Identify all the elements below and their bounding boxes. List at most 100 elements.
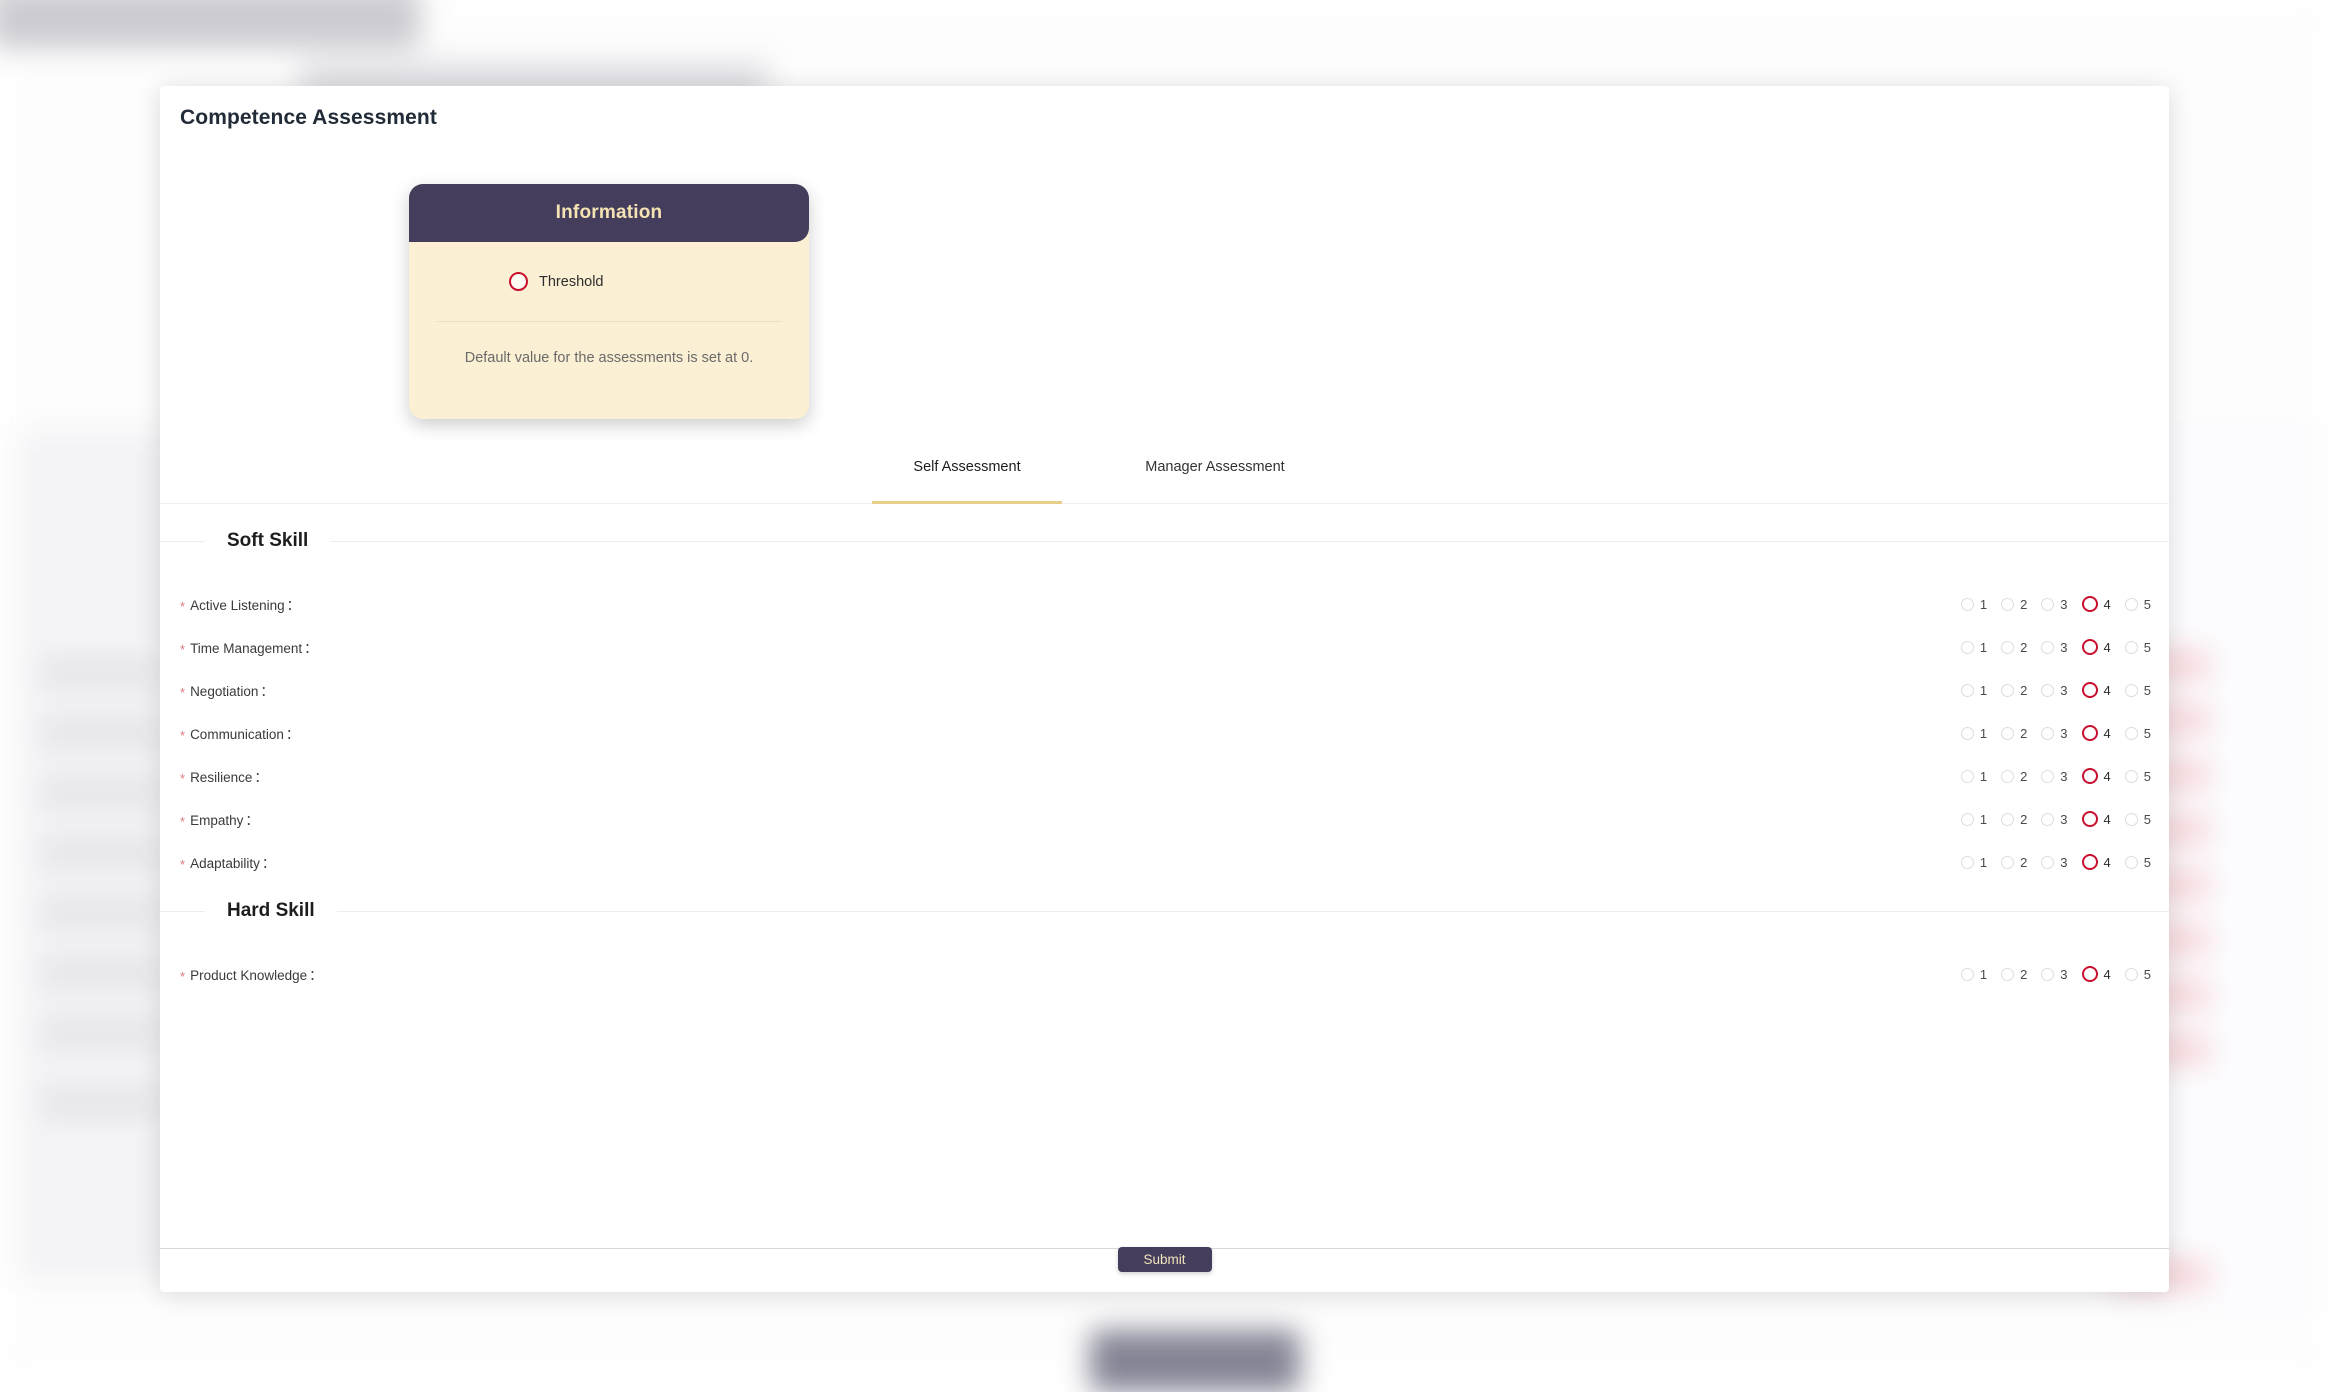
rating-option-2[interactable]: 2 bbox=[2001, 855, 2027, 870]
radio-circle-icon bbox=[2082, 768, 2098, 784]
rating-option-2[interactable]: 2 bbox=[2001, 769, 2027, 784]
radio-circle-icon bbox=[2125, 598, 2138, 611]
rating-option-label: 2 bbox=[2020, 967, 2027, 982]
rating-option-5[interactable]: 5 bbox=[2125, 812, 2151, 827]
rating-option-5[interactable]: 5 bbox=[2125, 855, 2151, 870]
rating-option-5[interactable]: 5 bbox=[2125, 640, 2151, 655]
radio-circle-icon bbox=[1961, 598, 1974, 611]
rating-option-2[interactable]: 2 bbox=[2001, 726, 2027, 741]
rating-option-5[interactable]: 5 bbox=[2125, 683, 2151, 698]
skill-label-colon: ： bbox=[254, 770, 268, 785]
rating-option-3[interactable]: 3 bbox=[2041, 640, 2067, 655]
rating-option-4[interactable]: 4 bbox=[2082, 966, 2111, 982]
tab-self-assessment[interactable]: Self Assessment bbox=[872, 456, 1062, 504]
rating-option-label: 4 bbox=[2104, 967, 2111, 982]
rating-radio-group: 1234 5 bbox=[1961, 725, 2151, 741]
radio-circle-icon bbox=[2125, 727, 2138, 740]
rating-option-1[interactable]: 1 bbox=[1961, 855, 1987, 870]
rating-option-2[interactable]: 2 bbox=[2001, 640, 2027, 655]
rating-option-label: 5 bbox=[2144, 769, 2151, 784]
rating-option-3[interactable]: 3 bbox=[2041, 769, 2067, 784]
rating-option-4[interactable]: 4 bbox=[2082, 811, 2111, 827]
skill-row: *Empathy：12345 bbox=[160, 806, 2169, 832]
information-card-note: Default value for the assessments is set… bbox=[409, 350, 809, 366]
rating-option-4[interactable]: 4 bbox=[2082, 854, 2111, 870]
rating-option-label: 3 bbox=[2060, 769, 2067, 784]
skill-label: *Time Management： bbox=[180, 637, 318, 657]
submit-button[interactable]: Submit bbox=[1118, 1247, 1212, 1272]
radio-circle-icon bbox=[2082, 682, 2098, 698]
skill-label-text: Product Knowledge bbox=[190, 968, 307, 983]
rating-option-label: 3 bbox=[2060, 640, 2067, 655]
rating-option-2[interactable]: 2 bbox=[2001, 683, 2027, 698]
rating-option-2[interactable]: 2 bbox=[2001, 967, 2027, 982]
radio-circle-icon bbox=[1961, 968, 1974, 981]
backdrop-left-row bbox=[40, 900, 160, 926]
rating-radio-group: 12 34 5 bbox=[1961, 768, 2151, 784]
radio-circle-icon bbox=[1961, 770, 1974, 783]
rating-option-3[interactable]: 3 bbox=[2041, 855, 2067, 870]
rating-option-2[interactable]: 2 bbox=[2001, 812, 2027, 827]
rating-option-label: 3 bbox=[2060, 683, 2067, 698]
rating-option-1[interactable]: 1 bbox=[1961, 597, 1987, 612]
rating-option-3[interactable]: 3 bbox=[2041, 967, 2067, 982]
rating-option-label: 5 bbox=[2144, 683, 2151, 698]
rating-option-5[interactable]: 5 bbox=[2125, 967, 2151, 982]
skill-row: *Active Listening：12345 bbox=[160, 591, 2169, 617]
radio-circle-icon bbox=[2041, 727, 2054, 740]
radio-circle-icon bbox=[2041, 770, 2054, 783]
rating-option-label: 4 bbox=[2104, 812, 2111, 827]
rating-option-2[interactable]: 2 bbox=[2001, 597, 2027, 612]
rating-option-4[interactable]: 4 bbox=[2082, 725, 2111, 741]
rating-radio-group: 12 3 4 5 bbox=[1961, 811, 2151, 827]
rating-option-5[interactable]: 5 bbox=[2125, 597, 2151, 612]
rating-radio-group: 12 345 bbox=[1961, 596, 2151, 612]
rating-option-label: 3 bbox=[2060, 812, 2067, 827]
rating-option-1[interactable]: 1 bbox=[1961, 683, 1987, 698]
radio-circle-icon bbox=[2001, 968, 2014, 981]
rating-option-label: 5 bbox=[2144, 812, 2151, 827]
rating-option-1[interactable]: 1 bbox=[1961, 769, 1987, 784]
rating-option-1[interactable]: 1 bbox=[1961, 967, 1987, 982]
backdrop-topbar bbox=[0, 0, 420, 48]
rating-option-label: 1 bbox=[1980, 726, 1987, 741]
rating-option-1[interactable]: 1 bbox=[1961, 726, 1987, 741]
rating-option-label: 1 bbox=[1980, 640, 1987, 655]
skill-label-colon: ： bbox=[304, 641, 318, 656]
section-rule-left bbox=[160, 541, 205, 542]
radio-circle-icon bbox=[2082, 966, 2098, 982]
radio-circle-icon bbox=[2125, 856, 2138, 869]
threshold-label: Threshold bbox=[539, 274, 603, 290]
radio-circle-icon bbox=[2082, 811, 2098, 827]
rating-option-5[interactable]: 5 bbox=[2125, 769, 2151, 784]
information-card-divider bbox=[437, 321, 781, 322]
radio-circle-icon bbox=[2041, 598, 2054, 611]
skill-label-text: Resilience bbox=[190, 770, 252, 785]
radio-circle-icon bbox=[2125, 813, 2138, 826]
rating-option-4[interactable]: 4 bbox=[2082, 682, 2111, 698]
rating-option-1[interactable]: 1 bbox=[1961, 640, 1987, 655]
rating-option-4[interactable]: 4 bbox=[2082, 768, 2111, 784]
rating-option-label: 3 bbox=[2060, 855, 2067, 870]
tab-manager-assessment[interactable]: Manager Assessment bbox=[1100, 456, 1330, 504]
rating-option-4[interactable]: 4 bbox=[2082, 639, 2111, 655]
skill-row: *Communication：12345 bbox=[160, 720, 2169, 746]
rating-option-3[interactable]: 3 bbox=[2041, 597, 2067, 612]
rating-option-4[interactable]: 4 bbox=[2082, 596, 2111, 612]
rating-option-3[interactable]: 3 bbox=[2041, 683, 2067, 698]
rating-option-3[interactable]: 3 bbox=[2041, 726, 2067, 741]
rating-option-label: 3 bbox=[2060, 597, 2067, 612]
radio-circle-icon bbox=[2125, 641, 2138, 654]
skill-label: *Product Knowledge： bbox=[180, 964, 323, 984]
rating-option-1[interactable]: 1 bbox=[1961, 812, 1987, 827]
rating-option-5[interactable]: 5 bbox=[2125, 726, 2151, 741]
required-asterisk-icon: * bbox=[180, 599, 185, 614]
backdrop-left-row bbox=[40, 840, 160, 866]
rating-option-3[interactable]: 3 bbox=[2041, 812, 2067, 827]
backdrop-left-row bbox=[40, 1090, 160, 1116]
rating-option-label: 1 bbox=[1980, 855, 1987, 870]
rating-option-label: 1 bbox=[1980, 967, 1987, 982]
radio-circle-icon bbox=[2125, 684, 2138, 697]
competence-assessment-dialog: Competence Assessment Information Thresh… bbox=[160, 86, 2169, 1292]
rating-option-label: 5 bbox=[2144, 726, 2151, 741]
